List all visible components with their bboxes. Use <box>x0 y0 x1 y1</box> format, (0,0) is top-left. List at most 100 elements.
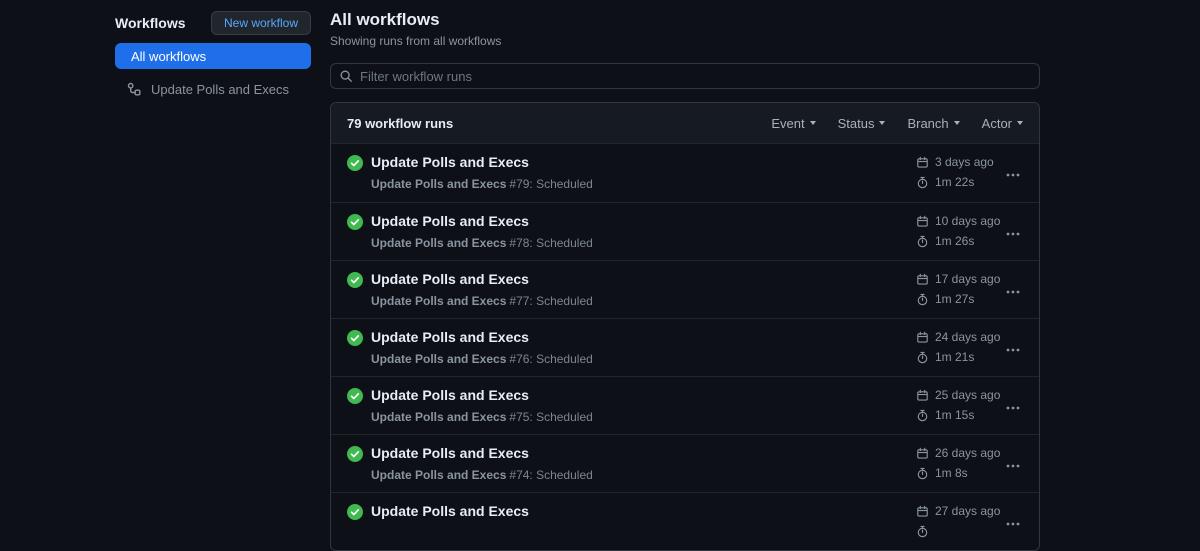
run-meta-column: 24 days ago 1m 21s <box>916 328 1000 366</box>
filter-label: Actor <box>981 115 1012 131</box>
run-duration-line: 1m 27s <box>916 290 1000 308</box>
workflow-run-meta: #74: Scheduled <box>509 468 593 482</box>
new-workflow-button[interactable]: New workflow <box>210 11 311 35</box>
run-duration: 1m 26s <box>935 234 975 248</box>
success-check-icon <box>347 155 363 171</box>
workflow-run-meta: #79: Scheduled <box>509 177 593 191</box>
run-date: 17 days ago <box>935 272 1001 286</box>
page-title: All workflows <box>330 10 440 29</box>
workflow-run-meta: #76: Scheduled <box>509 352 593 366</box>
workflow-run-subtitle: Update Polls and Execs #79: Scheduled <box>371 177 593 191</box>
workflow-run-title-link[interactable]: Update Polls and Execs <box>371 154 529 170</box>
workflow-run-row: Update Polls and Execs Update Polls and … <box>331 376 1039 434</box>
run-duration-line: 1m 26s <box>916 232 1000 250</box>
sidebar-header: Workflows New workflow <box>115 11 311 35</box>
filter-branch-dropdown[interactable]: Branch <box>907 115 960 131</box>
workflow-run-row: Update Polls and Execs 27 days ago <box>331 492 1039 550</box>
calendar-icon <box>916 505 929 518</box>
run-text-block: Update Polls and Execs Update Polls and … <box>371 329 593 366</box>
run-meta-column: 25 days ago 1m 15s <box>916 386 1000 424</box>
search-icon <box>339 69 353 83</box>
run-duration: 1m 15s <box>935 408 975 422</box>
workflow-run-name: Update Polls and Execs <box>371 236 507 250</box>
filter-runs-input[interactable] <box>360 68 1031 84</box>
workflow-run-title-link[interactable]: Update Polls and Execs <box>371 213 529 229</box>
run-date-line: 27 days ago <box>916 502 1000 520</box>
kebab-icon <box>1005 284 1021 300</box>
kebab-menu-button[interactable] <box>1001 338 1025 362</box>
chevron-down-icon <box>809 121 816 125</box>
run-date-line: 10 days ago <box>916 212 1000 230</box>
kebab-menu-button[interactable] <box>1001 396 1025 420</box>
filter-event-dropdown[interactable]: Event <box>771 116 816 131</box>
stopwatch-icon <box>916 351 929 364</box>
sidebar-item-label: All workflows <box>131 48 207 64</box>
run-date-line: 26 days ago <box>916 444 1000 462</box>
workflow-run-title-link[interactable]: Update Polls and Execs <box>371 445 529 461</box>
success-check-icon <box>347 446 363 462</box>
workflow-run-meta: #78: Scheduled <box>509 236 593 250</box>
calendar-icon <box>916 389 929 402</box>
workflow-run-title-link[interactable]: Update Polls and Execs <box>371 387 529 403</box>
kebab-menu-button[interactable] <box>1001 454 1025 478</box>
workflow-runs-table: 79 workflow runs Event Status Branch Act… <box>330 102 1040 551</box>
run-duration-line: 1m 22s <box>916 173 994 191</box>
workflow-run-row: Update Polls and Execs Update Polls and … <box>331 202 1039 260</box>
workflow-run-subtitle: Update Polls and Execs #74: Scheduled <box>371 468 593 482</box>
filter-label: Branch <box>907 115 949 131</box>
kebab-menu-button[interactable] <box>1001 280 1025 304</box>
workflow-run-title-link[interactable]: Update Polls and Execs <box>371 329 529 345</box>
workflow-run-title-link[interactable]: Update Polls and Execs <box>371 503 529 519</box>
workflow-run-row: Update Polls and Execs Update Polls and … <box>331 318 1039 376</box>
kebab-icon <box>1005 458 1021 474</box>
stopwatch-icon <box>916 235 929 248</box>
run-date: 26 days ago <box>935 446 1001 460</box>
sidebar-item-all-workflows[interactable]: All workflows <box>115 43 311 69</box>
filter-actor-dropdown[interactable]: Actor <box>982 116 1023 131</box>
calendar-icon <box>916 156 929 169</box>
kebab-icon <box>1005 167 1021 183</box>
workflow-run-name: Update Polls and Execs <box>371 294 507 308</box>
filter-label: Status <box>837 115 875 131</box>
stopwatch-icon <box>916 293 929 306</box>
run-text-block: Update Polls and Execs <box>371 503 529 540</box>
workflows-page: { "colors": { "background": "#0d1117", "… <box>0 0 1200 551</box>
run-duration: 1m 8s <box>935 466 968 480</box>
success-check-icon <box>347 272 363 288</box>
run-meta-column: 17 days ago 1m 27s <box>916 270 1000 308</box>
success-check-icon <box>347 330 363 346</box>
workflow-run-row: Update Polls and Execs Update Polls and … <box>331 144 1039 202</box>
run-date-line: 17 days ago <box>916 270 1000 288</box>
run-duration-line: 1m 21s <box>916 348 1000 366</box>
workflow-run-name: Update Polls and Execs <box>371 177 507 191</box>
workflow-run-meta: #75: Scheduled <box>509 410 593 424</box>
run-duration-line: 1m 15s <box>916 406 1000 424</box>
kebab-menu-button[interactable] <box>1001 163 1025 187</box>
kebab-icon <box>1005 400 1021 416</box>
kebab-menu-button[interactable] <box>1001 512 1025 536</box>
sidebar-title: Workflows <box>115 15 186 31</box>
run-duration-line: 1m 8s <box>916 464 1000 482</box>
success-check-icon <box>347 388 363 404</box>
calendar-icon <box>916 331 929 344</box>
kebab-menu-button[interactable] <box>1001 222 1025 246</box>
workflow-run-subtitle: Update Polls and Execs #75: Scheduled <box>371 410 593 424</box>
workflow-run-subtitle: Update Polls and Execs #76: Scheduled <box>371 352 593 366</box>
workflow-run-subtitle <box>371 526 529 540</box>
stopwatch-icon <box>916 467 929 480</box>
sidebar-item-update-polls-and-execs[interactable]: Update Polls and Execs <box>115 78 311 100</box>
run-duration-line <box>916 522 1000 540</box>
runs-count: 79 workflow runs <box>347 115 454 131</box>
run-date-line: 24 days ago <box>916 328 1000 346</box>
workflow-run-title-link[interactable]: Update Polls and Execs <box>371 271 529 287</box>
calendar-icon <box>916 273 929 286</box>
run-meta-column: 10 days ago 1m 26s <box>916 212 1000 250</box>
stopwatch-icon <box>916 525 929 538</box>
filter-status-dropdown[interactable]: Status <box>838 116 886 131</box>
filter-runs-searchbar <box>330 63 1040 89</box>
workflow-run-name: Update Polls and Execs <box>371 410 507 424</box>
run-date: 25 days ago <box>935 388 1001 402</box>
kebab-icon <box>1005 226 1021 242</box>
workflow-run-name: Update Polls and Execs <box>371 468 507 482</box>
workflow-run-row: Update Polls and Execs Update Polls and … <box>331 260 1039 318</box>
